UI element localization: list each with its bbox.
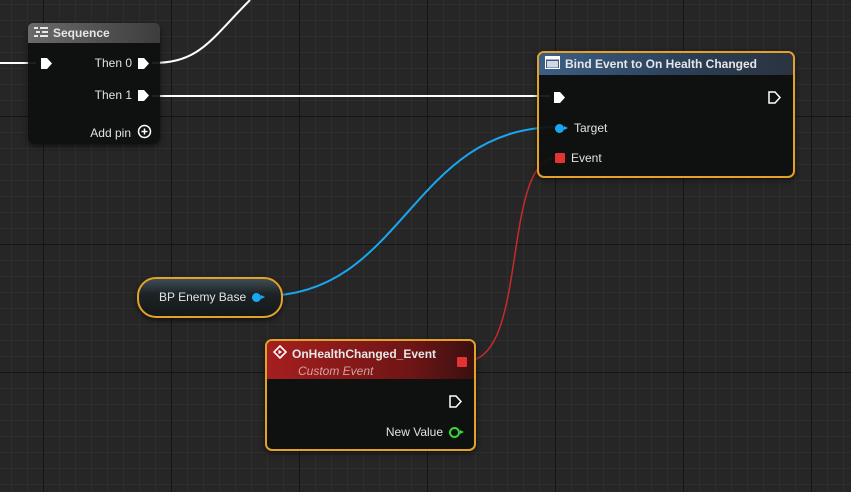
sequence-then0-pin[interactable] bbox=[137, 57, 150, 70]
target-label: Target bbox=[574, 121, 608, 135]
sequence-add-pin-button[interactable]: Add pin bbox=[90, 124, 152, 142]
sequence-exec-input-pin[interactable] bbox=[40, 57, 53, 70]
function-icon bbox=[545, 56, 560, 72]
sequence-icon bbox=[34, 26, 48, 41]
sequence-node[interactable]: Sequence Then 0 Then 1 Add pin bbox=[28, 23, 160, 144]
sequence-then0-row: Then 0 bbox=[95, 56, 150, 70]
sequence-node-header: Sequence bbox=[28, 23, 160, 43]
bind-event-event-row: Event bbox=[555, 151, 602, 165]
exec-wire-then0[interactable] bbox=[151, 0, 251, 64]
event-diamond-icon bbox=[272, 344, 288, 362]
custom-event-title: OnHealthChanged_Event bbox=[292, 346, 437, 361]
event-label: Event bbox=[571, 151, 602, 165]
delegate-wire-event[interactable] bbox=[465, 156, 559, 362]
custom-event-delegate-output-pin[interactable] bbox=[457, 357, 467, 367]
variable-label: BP Enemy Base bbox=[159, 290, 247, 304]
sequence-then1-label: Then 1 bbox=[94, 88, 132, 102]
object-wire-target[interactable] bbox=[262, 126, 559, 297]
custom-event-subtitle: Custom Event bbox=[298, 364, 374, 378]
target-object-pin[interactable] bbox=[555, 123, 568, 133]
bind-event-node[interactable]: Bind Event to On Health Changed Target E… bbox=[537, 51, 795, 178]
bind-event-exec-input-pin[interactable] bbox=[553, 91, 566, 104]
new-value-row: New Value bbox=[385, 425, 464, 439]
sequence-title: Sequence bbox=[53, 26, 110, 40]
bind-event-title: Bind Event to On Health Changed bbox=[565, 57, 758, 71]
bind-event-node-header: Bind Event to On Health Changed bbox=[539, 53, 793, 75]
sequence-then1-pin[interactable] bbox=[137, 89, 150, 102]
custom-event-node[interactable]: OnHealthChanged_Event Custom Event New V… bbox=[265, 339, 476, 451]
variable-row: BP Enemy Base bbox=[159, 290, 266, 304]
event-delegate-pin[interactable] bbox=[555, 153, 565, 163]
add-pin-label: Add pin bbox=[90, 126, 131, 140]
bp-enemy-base-variable-node[interactable]: BP Enemy Base bbox=[137, 277, 283, 318]
custom-event-exec-output-pin[interactable] bbox=[449, 395, 463, 408]
sequence-then1-row: Then 1 bbox=[95, 88, 150, 102]
custom-event-node-header: OnHealthChanged_Event Custom Event bbox=[267, 341, 474, 379]
blueprint-graph-canvas[interactable]: Sequence Then 0 Then 1 Add pin Bind Even… bbox=[0, 0, 851, 492]
sequence-then0-label: Then 0 bbox=[94, 56, 132, 70]
add-circle-icon bbox=[137, 124, 152, 142]
bind-event-exec-output-pin[interactable] bbox=[768, 91, 782, 104]
variable-object-pin[interactable] bbox=[252, 292, 266, 302]
new-value-label: New Value bbox=[385, 425, 443, 439]
new-value-output-pin[interactable] bbox=[449, 426, 464, 438]
bind-event-target-row: Target bbox=[555, 121, 607, 135]
